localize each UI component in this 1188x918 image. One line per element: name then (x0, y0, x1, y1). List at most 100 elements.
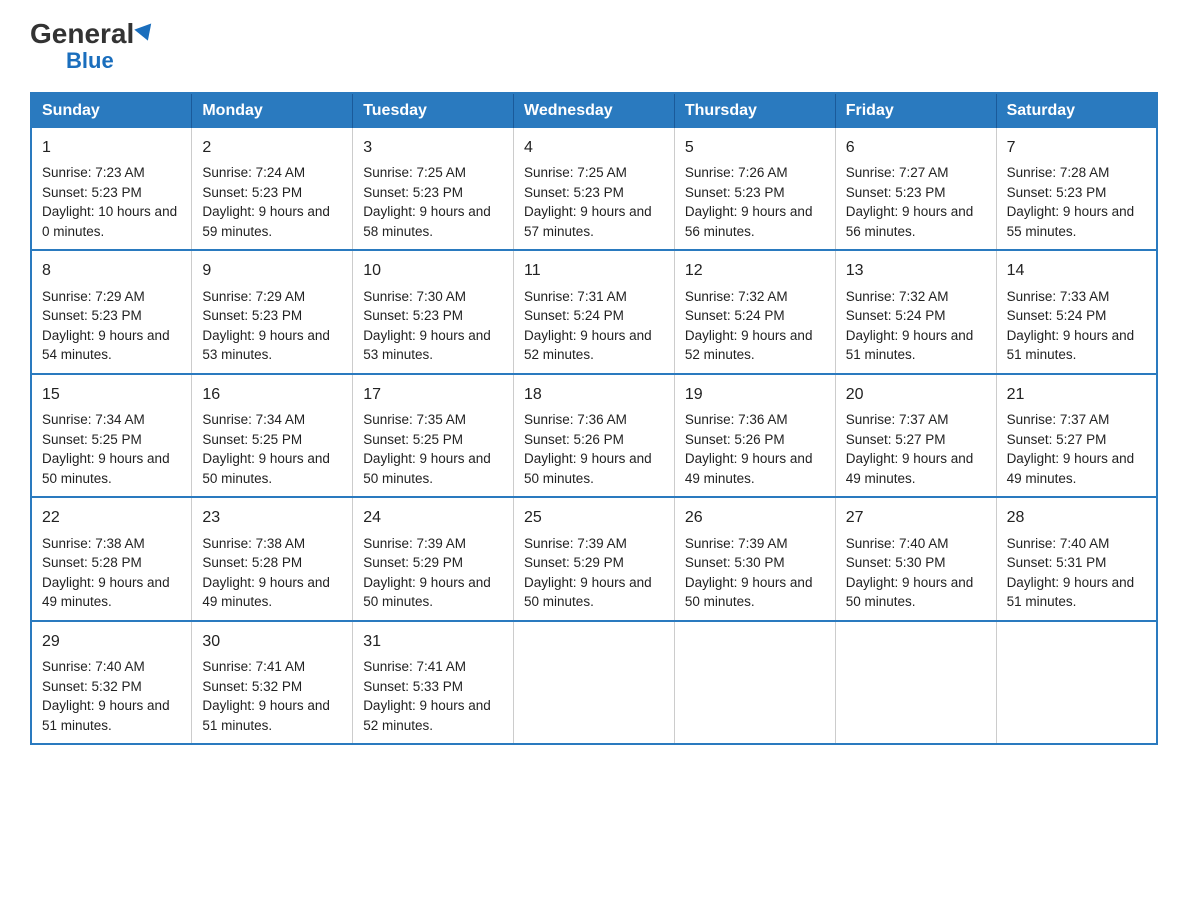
day-cell: 26Sunrise: 7:39 AMSunset: 5:30 PMDayligh… (674, 497, 835, 620)
header-day-wednesday: Wednesday (514, 93, 675, 128)
week-row-4: 22 Sunrise: 7:38 AM Sunset: 5:28 PM Dayligh… (31, 497, 1157, 620)
day-cell: 28 Sunrise: 7:40 AM Sunset: 5:31 PM Dayligh… (996, 497, 1157, 620)
day-cell: 15Sunrise: 7:34 AMSunset: 5:25 PMDayligh… (31, 374, 192, 497)
sunrise-text: Sunrise: 7:37 AM (1007, 412, 1110, 427)
sunset-text: Sunset: 5:24 PM (685, 308, 785, 323)
daylight-text: Daylight: 9 hours and 51 minutes. (202, 698, 330, 733)
day-cell: 8Sunrise: 7:29 AMSunset: 5:23 PMDaylight… (31, 250, 192, 373)
sunrise-text: Sunrise: 7:24 AM (202, 165, 305, 180)
daylight-text: Daylight: 9 hours and 53 minutes. (363, 328, 491, 363)
sunset-text: Sunset: 5:32 PM (202, 679, 302, 694)
day-number: 30 (202, 630, 342, 653)
sunset-text: Sunset: 5:24 PM (524, 308, 624, 323)
sunset-text: Sunset: 5:23 PM (202, 185, 302, 200)
sunset-text: Sunset: 5:32 PM (42, 679, 142, 694)
sunrise-text: Sunrise: 7:34 AM (42, 412, 145, 427)
sunset-text: Sunset: 5:24 PM (1007, 308, 1107, 323)
sunset-text: Sunset: 5:30 PM (685, 555, 785, 570)
sunrise-text: Sunrise: 7:29 AM (42, 289, 145, 304)
sunset-text: Sunset: 5:26 PM (685, 432, 785, 447)
day-number: 15 (42, 383, 181, 406)
day-number: 22 (42, 506, 181, 529)
header-day-monday: Monday (192, 93, 353, 128)
sunrise-text: Sunrise: 7:40 AM (1007, 536, 1110, 551)
sunrise-text: Sunrise: 7:39 AM (524, 536, 627, 551)
sunrise-text: Sunrise: 7:25 AM (363, 165, 466, 180)
sunrise-text: Sunrise: 7:29 AM (202, 289, 305, 304)
day-cell: 24Sunrise: 7:39 AMSunset: 5:29 PMDayligh… (353, 497, 514, 620)
sunset-text: Sunset: 5:23 PM (524, 185, 624, 200)
day-number: 25 (524, 506, 664, 529)
day-number: 12 (685, 259, 825, 282)
day-cell: 25 Sunrise: 7:39 AM Sunset: 5:29 PM Dayligh… (514, 497, 675, 620)
sunset-text: Sunset: 5:30 PM (846, 555, 946, 570)
daylight-text: Daylight: 9 hours and 52 minutes. (363, 698, 491, 733)
daylight-text: Daylight: 9 hours and 59 minutes. (202, 204, 330, 239)
day-number: 3 (363, 136, 503, 159)
daylight-text: Daylight: 9 hours and 50 minutes. (202, 451, 330, 486)
daylight-text: Daylight: 10 hours and 0 minutes. (42, 204, 177, 239)
daylight-text: Daylight: 9 hours and 50 minutes. (363, 451, 491, 486)
daylight-text: Daylight: 9 hours and 51 minutes. (1007, 575, 1135, 610)
sunset-text: Sunset: 5:24 PM (846, 308, 946, 323)
day-cell (674, 621, 835, 744)
sunrise-text: Sunrise: 7:40 AM (42, 659, 145, 674)
day-cell: 18Sunrise: 7:36 AMSunset: 5:26 PMDayligh… (514, 374, 675, 497)
day-cell: 17Sunrise: 7:35 AMSunset: 5:25 PMDayligh… (353, 374, 514, 497)
day-number: 24 (363, 506, 503, 529)
day-number: 1 (42, 136, 181, 159)
sunrise-text: Sunrise: 7:35 AM (363, 412, 466, 427)
day-number: 4 (524, 136, 664, 159)
day-cell: 5Sunrise: 7:26 AMSunset: 5:23 PMDaylight… (674, 128, 835, 250)
logo: General Blue (30, 20, 155, 74)
sunset-text: Sunset: 5:23 PM (202, 308, 302, 323)
week-row-3: 15 Sunrise: 7:34 AM Sunset: 5:25 PM Dayligh… (31, 374, 1157, 497)
day-cell: 19Sunrise: 7:36 AMSunset: 5:26 PMDayligh… (674, 374, 835, 497)
sunset-text: Sunset: 5:25 PM (363, 432, 463, 447)
daylight-text: Daylight: 9 hours and 49 minutes. (202, 575, 330, 610)
sunrise-text: Sunrise: 7:32 AM (685, 289, 788, 304)
sunset-text: Sunset: 5:26 PM (524, 432, 624, 447)
day-cell (835, 621, 996, 744)
sunrise-text: Sunrise: 7:38 AM (202, 536, 305, 551)
sunset-text: Sunset: 5:28 PM (202, 555, 302, 570)
sunset-text: Sunset: 5:31 PM (1007, 555, 1107, 570)
sunrise-text: Sunrise: 7:33 AM (1007, 289, 1110, 304)
sunset-text: Sunset: 5:23 PM (363, 308, 463, 323)
day-cell: 12Sunrise: 7:32 AMSunset: 5:24 PMDayligh… (674, 250, 835, 373)
day-cell: 22Sunrise: 7:38 AMSunset: 5:28 PMDayligh… (31, 497, 192, 620)
day-number: 27 (846, 506, 986, 529)
sunset-text: Sunset: 5:23 PM (363, 185, 463, 200)
day-number: 29 (42, 630, 181, 653)
day-cell: 6Sunrise: 7:27 AMSunset: 5:23 PMDaylight… (835, 128, 996, 250)
daylight-text: Daylight: 9 hours and 53 minutes. (202, 328, 330, 363)
sunrise-text: Sunrise: 7:25 AM (524, 165, 627, 180)
day-cell: 14Sunrise: 7:33 AMSunset: 5:24 PMDayligh… (996, 250, 1157, 373)
day-cell: 20Sunrise: 7:37 AMSunset: 5:27 PMDayligh… (835, 374, 996, 497)
daylight-text: Daylight: 9 hours and 55 minutes. (1007, 204, 1135, 239)
day-cell (996, 621, 1157, 744)
day-cell: 2Sunrise: 7:24 AMSunset: 5:23 PMDaylight… (192, 128, 353, 250)
daylight-text: Daylight: 9 hours and 50 minutes. (524, 575, 652, 610)
sunset-text: Sunset: 5:23 PM (685, 185, 785, 200)
day-cell (514, 621, 675, 744)
header-day-friday: Friday (835, 93, 996, 128)
day-number: 10 (363, 259, 503, 282)
sunrise-text: Sunrise: 7:41 AM (202, 659, 305, 674)
day-number: 28 (1007, 506, 1146, 529)
daylight-text: Daylight: 9 hours and 54 minutes. (42, 328, 170, 363)
sunset-text: Sunset: 5:23 PM (42, 185, 142, 200)
logo-general-text: General (30, 20, 155, 48)
day-number: 13 (846, 259, 986, 282)
day-cell: 29 Sunrise: 7:40 AM Sunset: 5:32 PM Dayligh… (31, 621, 192, 744)
daylight-text: Daylight: 9 hours and 58 minutes. (363, 204, 491, 239)
day-number: 14 (1007, 259, 1146, 282)
header-day-thursday: Thursday (674, 93, 835, 128)
day-cell: 10Sunrise: 7:30 AMSunset: 5:23 PMDayligh… (353, 250, 514, 373)
daylight-text: Daylight: 9 hours and 51 minutes. (42, 698, 170, 733)
sunset-text: Sunset: 5:29 PM (524, 555, 624, 570)
sunrise-text: Sunrise: 7:40 AM (846, 536, 949, 551)
day-cell: 9Sunrise: 7:29 AMSunset: 5:23 PMDaylight… (192, 250, 353, 373)
sunrise-text: Sunrise: 7:26 AM (685, 165, 788, 180)
calendar-header: SundayMondayTuesdayWednesdayThursdayFrid… (31, 93, 1157, 128)
